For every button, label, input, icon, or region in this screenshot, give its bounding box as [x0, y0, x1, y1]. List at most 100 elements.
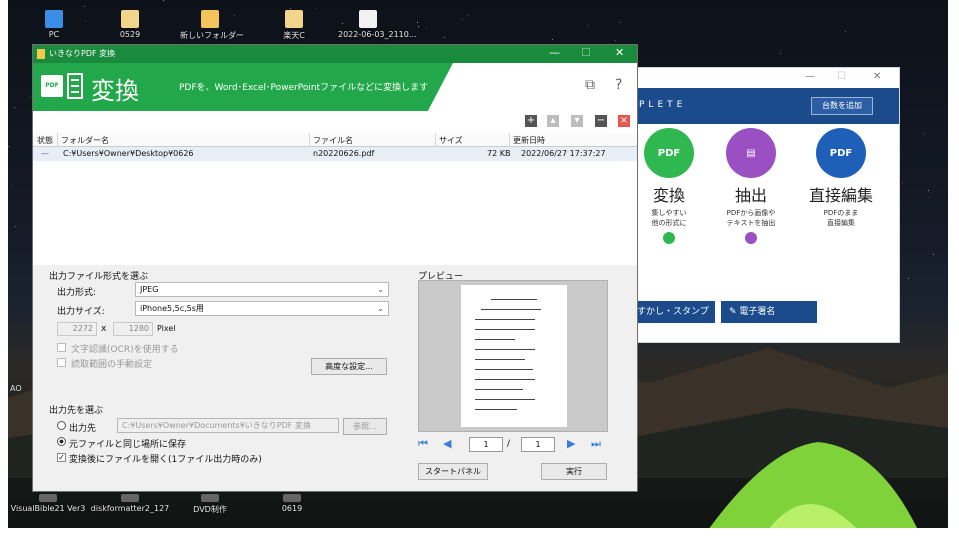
manual-range-checkbox[interactable] — [57, 358, 66, 367]
document-icon — [67, 73, 83, 99]
browse-button[interactable]: 参照... — [343, 418, 387, 435]
minimize-icon[interactable]: — — [805, 71, 815, 82]
preview-text-line — [475, 389, 523, 390]
dest-same-label: 元ファイルと同じ場所に保存 — [69, 440, 187, 450]
dest-custom-radio[interactable] — [57, 421, 66, 430]
desktop-icon-new-folder[interactable]: 新しいフォルダー — [180, 10, 244, 41]
maximize-icon[interactable]: ☐ — [581, 46, 591, 59]
col-status[interactable]: 状態 — [37, 135, 53, 146]
preview-pane — [418, 280, 608, 432]
clear-list-icon[interactable]: × — [618, 115, 630, 127]
chevron-down-icon: ⌄ — [377, 285, 384, 294]
col-file[interactable]: ファイル名 — [313, 135, 353, 146]
dest-path-field[interactable]: C:¥Users¥Owner¥Documents¥いきなりPDF 変換 — [117, 418, 339, 433]
window-layout-icon[interactable]: ⧉ — [585, 77, 595, 93]
file-table[interactable]: 状態 フォルダー名 ファイル名 サイズ 更新日時 — C:¥Users¥Owne… — [33, 133, 637, 265]
close-icon[interactable]: ✕ — [615, 46, 624, 59]
col-modified[interactable]: 更新日時 — [513, 135, 545, 146]
dest-same-radio[interactable] — [57, 437, 66, 446]
info-dot-icon — [745, 232, 757, 244]
minimize-icon[interactable]: — — [549, 46, 560, 59]
start-panel-button[interactable]: スタートパネル — [418, 463, 488, 480]
preview-text-line — [481, 309, 541, 310]
next-page-icon[interactable]: ▶ — [567, 437, 575, 450]
manual-range-label: 読取範囲の手動設定 — [71, 360, 153, 370]
star — [780, 50, 781, 51]
feature-convert[interactable]: PDF 変換 集しやすい 他の形式に — [631, 128, 707, 244]
star — [845, 31, 846, 32]
star — [290, 8, 291, 9]
preview-text-line — [475, 379, 535, 380]
width-field[interactable]: 2272 — [57, 322, 97, 336]
move-up-icon[interactable]: ▴ — [547, 115, 559, 127]
app-icon — [39, 494, 57, 502]
file-icon — [121, 10, 139, 28]
app-window[interactable]: いきなりPDF 変換 — ☐ ✕ PDF 変換 PDFを、Word･Excel･… — [32, 44, 638, 492]
run-button[interactable]: 実行 — [541, 463, 607, 480]
unit-label: Pixel — [157, 324, 176, 333]
ocr-checkbox[interactable] — [57, 343, 66, 352]
table-header: 状態 フォルダー名 ファイル名 サイズ 更新日時 — [33, 133, 637, 147]
feature-extract[interactable]: ▤ 抽出 PDFから画像や テキストを抽出 — [713, 128, 789, 244]
last-page-icon[interactable]: ⏭ — [591, 437, 601, 451]
preview-text-line — [475, 399, 535, 400]
close-icon[interactable]: ✕ — [873, 71, 881, 82]
watermark-stamp-button[interactable]: すかし・スタンプ — [629, 301, 715, 323]
preview-text-line — [475, 369, 533, 370]
desktop-icon-0529[interactable]: 0529 — [100, 10, 160, 39]
star — [462, 19, 463, 20]
desktop-icon-pc[interactable]: PC — [24, 10, 84, 39]
star — [900, 154, 901, 155]
preview-text-line — [475, 359, 525, 360]
complete-titlebar: — ☐ ✕ — [629, 68, 899, 88]
height-field[interactable]: 1280 — [113, 322, 153, 336]
format-select[interactable]: JPEG ⌄ — [135, 282, 389, 297]
app-icon — [121, 494, 139, 502]
signature-button[interactable]: ✎ 電子署名 — [721, 301, 817, 323]
star — [85, 20, 86, 21]
brand-text: PLETE — [639, 100, 687, 110]
col-size[interactable]: サイズ — [439, 135, 463, 146]
size-label: 出力サイズ: — [57, 307, 105, 317]
star — [30, 97, 31, 98]
help-icon[interactable]: ? — [615, 77, 622, 93]
prev-page-icon[interactable]: ◀ — [443, 437, 451, 450]
desktop-icon-0619[interactable]: 0619 — [262, 494, 322, 513]
star — [417, 22, 418, 23]
col-folder[interactable]: フォルダー名 — [61, 135, 109, 146]
star — [84, 6, 85, 7]
add-file-icon[interactable]: + — [525, 115, 537, 127]
star — [615, 40, 616, 41]
advanced-settings-button[interactable]: 高度な設定... — [311, 358, 387, 375]
maximize-icon[interactable]: ☐ — [837, 71, 846, 82]
star — [780, 53, 781, 54]
complete-window[interactable]: — ☐ ✕ PLETE 台数を追加 PDF 変換 集しやすい 他の形式に ▤ 抽… — [628, 67, 900, 343]
desktop-icon-visualbible[interactable]: VisualBible21 Ver3 — [8, 494, 88, 513]
feature-direct-edit[interactable]: PDF 直接編集 PDFのまま 直接編集 — [793, 128, 889, 228]
desktop-icon-2022-06-03[interactable]: 2022-06-03_2110... — [338, 10, 416, 39]
desktop-icon-diskformatter[interactable]: diskformatter2_127 — [88, 494, 172, 513]
add-license-button[interactable]: 台数を追加 — [811, 97, 873, 115]
image-file-icon — [359, 10, 377, 28]
star — [619, 22, 620, 23]
pdf-convert-icon: PDF — [644, 128, 694, 178]
open-after-checkbox[interactable]: ✓ — [57, 453, 66, 462]
table-row[interactable]: — C:¥Users¥Owner¥Desktop¥0626 n20220626.… — [33, 147, 637, 161]
star — [14, 107, 15, 108]
preview-text-line — [475, 349, 535, 350]
remove-file-icon[interactable]: − — [595, 115, 607, 127]
preview-text-line — [475, 329, 535, 330]
first-page-icon[interactable]: ⏮ — [418, 437, 428, 451]
page-separator: / — [507, 439, 511, 449]
star — [11, 185, 12, 186]
star — [908, 278, 909, 279]
tent-graphic — [709, 442, 917, 528]
desktop-icon-rakuten[interactable]: 楽天C — [264, 10, 324, 41]
page-current-field[interactable]: 1 — [469, 437, 503, 452]
banner-subtitle: PDFを、Word･Excel･PowerPointファイルなどに変換します — [179, 83, 429, 93]
size-select[interactable]: iPhone5,5c,5s用 ⌄ — [135, 301, 389, 316]
desktop-icon-dvd[interactable]: DVD制作 — [180, 494, 240, 515]
file-toolbar: + ▴ ▾ − × — [33, 111, 637, 133]
open-after-label: 変換後にファイルを開く(1ファイル出力時のみ) — [69, 455, 262, 465]
move-down-icon[interactable]: ▾ — [571, 115, 583, 127]
